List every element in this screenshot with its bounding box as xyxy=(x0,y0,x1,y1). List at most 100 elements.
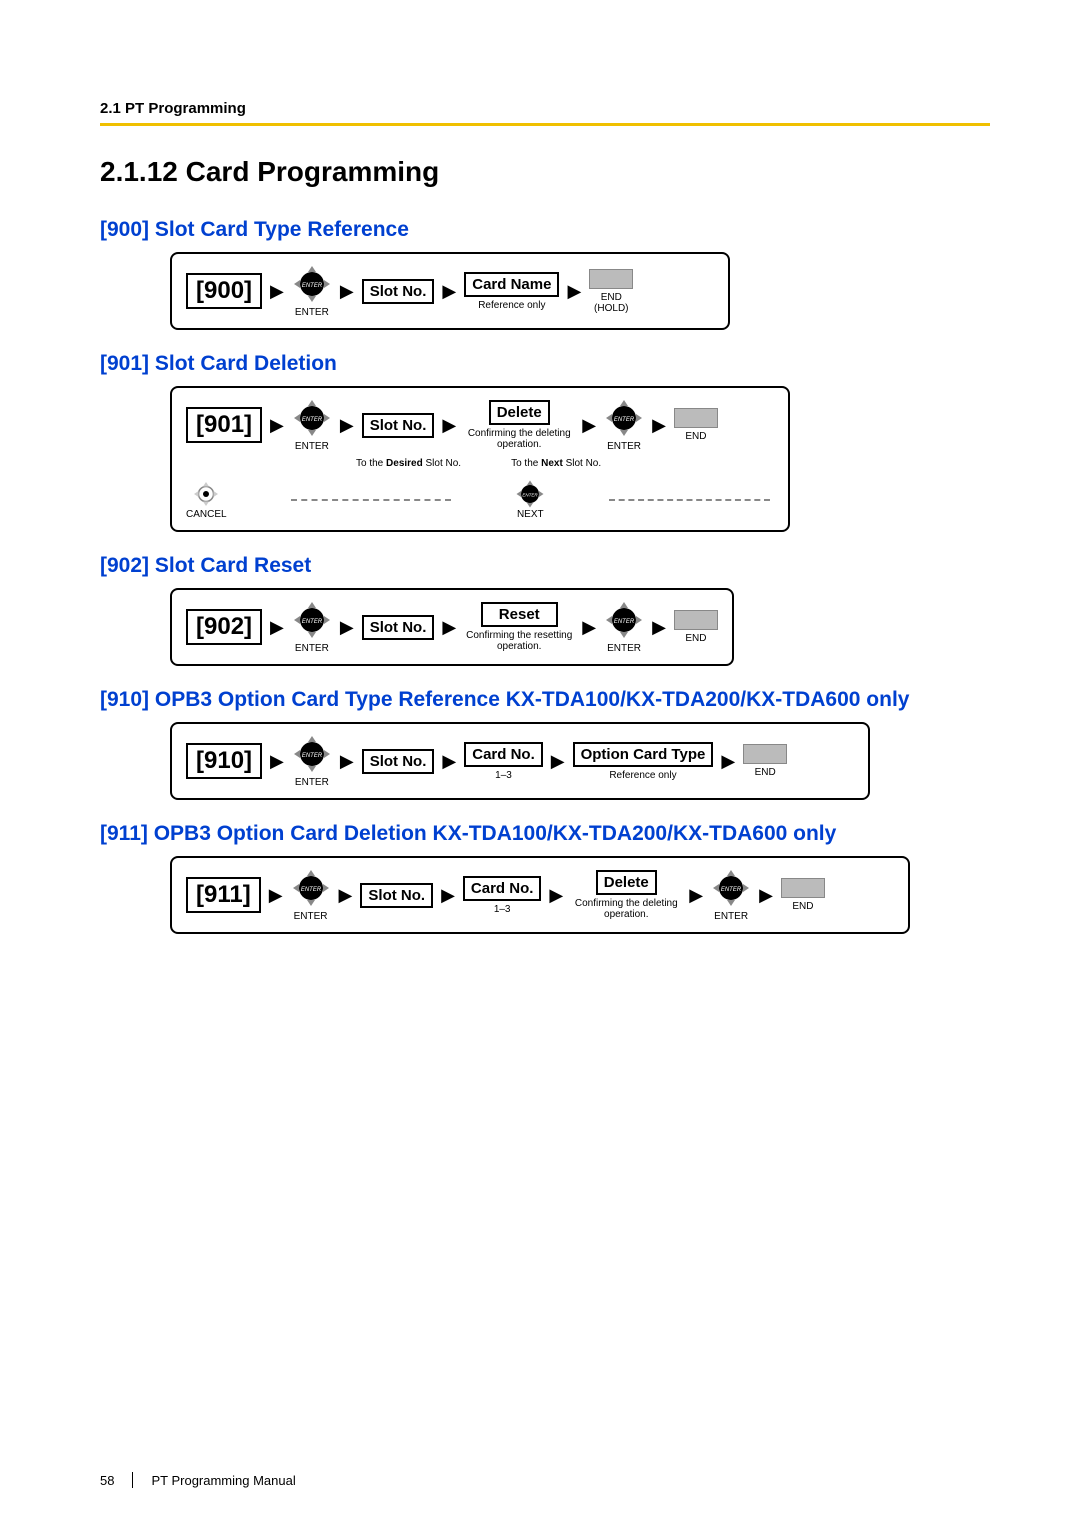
end-cap xyxy=(781,878,825,898)
svg-text:ENTER: ENTER xyxy=(300,887,321,893)
svg-text:ENTER: ENTER xyxy=(614,619,635,625)
flow-910: [910] ▶ ENTER ENTER ▶ Slot No. ▶ Card No… xyxy=(170,722,990,800)
enter-key-icon: ENTER xyxy=(291,868,331,908)
confirm-delete-label: Confirming the deleting operation. xyxy=(571,898,681,920)
end-hold-label: END (HOLD) xyxy=(594,292,628,314)
enter-label: ENTER xyxy=(295,643,329,654)
end-cap xyxy=(743,744,787,764)
arrow-icon: ▶ xyxy=(338,618,356,636)
flow-902: [902] ▶ ENTER ENTER ▶ Slot No. ▶ Reset C… xyxy=(170,588,990,666)
enter-key-step: ENTER ENTER xyxy=(291,868,331,922)
enter-key-step: ENTER ENTER xyxy=(292,600,332,654)
arrow-icon: ▶ xyxy=(267,886,285,904)
code-box-900: [900] xyxy=(186,273,262,309)
manual-page: 2.1 PT Programming 2.1.12 Card Programmi… xyxy=(0,0,1080,1528)
arrow-icon: ▶ xyxy=(338,416,356,434)
enter-key-icon: ENTER xyxy=(292,264,332,304)
arrow-icon: ▶ xyxy=(549,752,567,770)
page-title: 2.1.12 Card Programming xyxy=(100,156,990,188)
svg-text:ENTER: ENTER xyxy=(614,417,635,423)
slot-no-chip: Slot No. xyxy=(362,413,435,438)
end-cap xyxy=(674,408,718,428)
arrow-icon: ▶ xyxy=(338,752,356,770)
code-box-901: [901] xyxy=(186,407,262,443)
card-name-chip: Card Name xyxy=(464,272,559,297)
section-heading-901: [901] Slot Card Deletion xyxy=(100,352,990,376)
section-heading-910: [910] OPB3 Option Card Type Reference KX… xyxy=(100,688,990,712)
enter-key-icon: ENTER xyxy=(292,734,332,774)
enter-label: ENTER xyxy=(295,777,329,788)
enter-key-icon: ENTER xyxy=(604,600,644,640)
svg-text:ENTER: ENTER xyxy=(302,417,323,423)
end-cap xyxy=(589,269,633,289)
section-heading-900: [900] Slot Card Type Reference xyxy=(100,218,990,242)
section-heading-902: [902] Slot Card Reset xyxy=(100,554,990,578)
dashed-connector xyxy=(291,499,452,501)
enter-label: ENTER xyxy=(295,441,329,452)
arrow-icon: ▶ xyxy=(440,752,458,770)
arrow-icon: ▶ xyxy=(268,618,286,636)
reference-only-label: Reference only xyxy=(609,770,676,781)
to-next-label: To the Next Slot No. xyxy=(511,458,601,469)
svg-text:ENTER: ENTER xyxy=(302,283,323,289)
arrow-icon: ▶ xyxy=(580,416,598,434)
enter-key-step: ENTER ENTER xyxy=(711,868,751,922)
end-cap xyxy=(674,610,718,630)
flow-911: [911] ▶ ENTER ENTER ▶ Slot No. ▶ Card No… xyxy=(170,856,990,934)
enter-key-icon: ENTER xyxy=(604,398,644,438)
flow-901: [901] ▶ ENTER ENTER ▶ Slot No. ▶ Delete … xyxy=(170,386,990,532)
enter-key-step: ENTER ENTER xyxy=(292,734,332,788)
svg-text:ENTER: ENTER xyxy=(523,492,539,497)
code-box-910: [910] xyxy=(186,743,262,779)
svg-text:ENTER: ENTER xyxy=(302,619,323,625)
arrow-icon: ▶ xyxy=(268,282,286,300)
range-label: 1–3 xyxy=(495,770,512,781)
slot-no-chip: Slot No. xyxy=(362,279,435,304)
to-desired-label: To the Desired Slot No. xyxy=(356,458,461,469)
enter-label: ENTER xyxy=(607,441,641,452)
delete-chip: Delete xyxy=(489,400,550,425)
enter-key-icon: ENTER xyxy=(292,398,332,438)
enter-label: ENTER xyxy=(294,911,328,922)
cancel-label: CANCEL xyxy=(186,509,227,520)
enter-key-icon: ENTER xyxy=(292,600,332,640)
arrow-icon: ▶ xyxy=(757,886,775,904)
arrow-icon: ▶ xyxy=(440,416,458,434)
arrow-icon: ▶ xyxy=(440,282,458,300)
slot-no-chip: Slot No. xyxy=(360,883,433,908)
reset-chip: Reset xyxy=(481,602,558,627)
header-section-label: 2.1 PT Programming xyxy=(100,100,990,117)
arrow-icon: ▶ xyxy=(440,618,458,636)
arrow-icon: ▶ xyxy=(547,886,565,904)
slot-no-chip: Slot No. xyxy=(362,615,435,640)
slot-no-chip: Slot No. xyxy=(362,749,435,774)
dashed-connector xyxy=(609,499,770,501)
enter-key-step: ENTER ENTER xyxy=(604,398,644,452)
enter-key-icon: ENTER xyxy=(711,868,751,908)
arrow-icon: ▶ xyxy=(650,618,668,636)
confirm-delete-label: Confirming the deleting operation. xyxy=(464,428,574,450)
code-box-902: [902] xyxy=(186,609,262,645)
enter-key-step: ENTER ENTER xyxy=(604,600,644,654)
end-label: END xyxy=(792,901,813,912)
next-group: ENTER NEXT xyxy=(515,479,545,520)
enter-key-step: ENTER ENTER xyxy=(292,264,332,318)
arrow-icon: ▶ xyxy=(268,416,286,434)
option-card-type-chip: Option Card Type xyxy=(573,742,714,767)
end-label: END xyxy=(685,633,706,644)
arrow-icon: ▶ xyxy=(565,282,583,300)
card-no-chip: Card No. xyxy=(463,876,542,901)
arrow-icon: ▶ xyxy=(719,752,737,770)
arrow-icon: ▶ xyxy=(337,886,355,904)
cancel-group: CANCEL xyxy=(186,479,227,520)
arrow-icon: ▶ xyxy=(580,618,598,636)
delete-chip: Delete xyxy=(596,870,657,895)
arrow-icon: ▶ xyxy=(650,416,668,434)
arrow-icon: ▶ xyxy=(268,752,286,770)
section-heading-911: [911] OPB3 Option Card Deletion KX-TDA10… xyxy=(100,822,990,846)
enter-key-step: ENTER ENTER xyxy=(292,398,332,452)
svg-text:ENTER: ENTER xyxy=(302,753,323,759)
flow-900: [900] ▶ ENTER ENTER ▶ Slot No. ▶ Card Na… xyxy=(170,252,990,330)
page-number: 58 xyxy=(100,1473,114,1488)
end-label: END xyxy=(755,767,776,778)
